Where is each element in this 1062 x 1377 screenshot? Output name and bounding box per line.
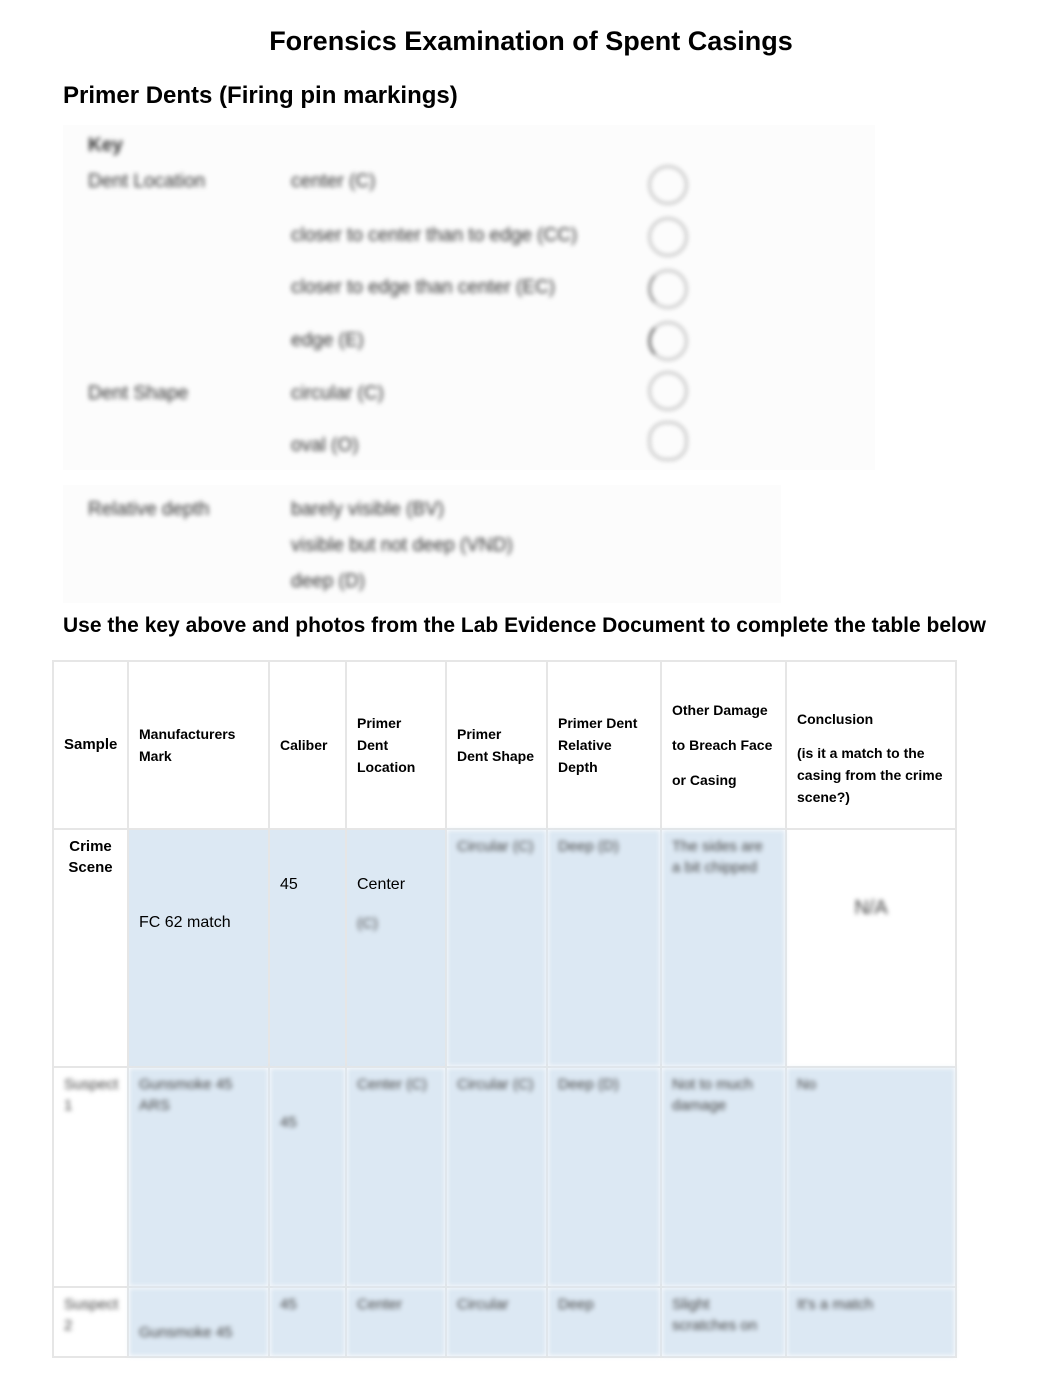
cell-mark[interactable]: Gunsmoke 45 ARS (127, 1066, 270, 1288)
primer-center-icon (648, 165, 688, 205)
header-depth: Primer Dent Relative Depth (546, 660, 662, 830)
header-caliber: Caliber (268, 660, 347, 830)
key-location: edge (E) (291, 330, 364, 351)
cell-mark[interactable]: Gunsmoke 45 (127, 1286, 270, 1358)
header-conclusion: Conclusion (is it a match to the casing f… (785, 660, 957, 830)
cell-location[interactable]: Center (C) (345, 1066, 447, 1288)
key-depth: barely visible (BV) (291, 499, 445, 520)
cell-shape[interactable]: Circular (C) (445, 828, 548, 1068)
cell-damage[interactable]: The sides are a bit chipped (660, 828, 787, 1068)
cell-sample: Crime Scene (52, 828, 129, 1068)
header-shape: Primer Dent Shape (445, 660, 548, 830)
page-title: Forensics Examination of Spent Casings (269, 26, 793, 56)
key-depth: visible but not deep (VND) (291, 535, 513, 556)
cell-location[interactable]: Center (C) (345, 828, 447, 1068)
cell-conclusion[interactable]: N/A (785, 828, 957, 1068)
primer-circular-icon (648, 371, 688, 411)
key-location: closer to edge than center (EC) (291, 277, 556, 298)
key-location: closer to center than to edge (CC) (291, 225, 578, 246)
primer-oval-icon (648, 421, 688, 461)
cell-damage[interactable]: Not to much damage (660, 1066, 787, 1288)
header-row: Sample Manufacturers Mark Caliber Primer… (52, 660, 957, 830)
primer-closer-edge-icon (648, 269, 688, 309)
cell-mark[interactable]: FC 62 match (127, 828, 270, 1068)
header-mark: Manufacturers Mark (127, 660, 270, 830)
header-damage: Other Damage to Breach Face or Casing (660, 660, 787, 830)
cell-depth[interactable]: Deep (D) (546, 828, 662, 1068)
cell-depth[interactable]: Deep (546, 1286, 662, 1358)
key-location: center (C) (291, 171, 376, 192)
cell-conclusion[interactable]: No (785, 1066, 957, 1288)
cell-sample: Suspect 2 (52, 1286, 129, 1358)
table-row: Crime Scene FC 62 match 45 Center (C) Cir… (52, 828, 957, 1068)
key-depth-label: Relative depth (88, 499, 210, 520)
cell-shape[interactable]: Circular (445, 1286, 548, 1358)
header-sample: Sample (52, 660, 129, 830)
primer-edge-icon (648, 321, 688, 361)
section-heading: Primer Dents (Firing pin markings) (63, 82, 458, 109)
key-shape-label: Dent Shape (88, 383, 189, 404)
document-page: Forensics Examination of Spent Casings P… (0, 0, 1062, 1377)
key-panel: Key Dent Location center (C) closer to c… (63, 125, 875, 470)
header-location: Primer Dent Location (345, 660, 447, 830)
key-depth-panel: Relative depth barely visible (BV) visib… (63, 485, 781, 603)
key-shape: circular (C) (291, 383, 384, 404)
primer-closer-center-icon (648, 217, 688, 257)
cell-sample: Suspect 1 (52, 1066, 129, 1288)
cell-damage[interactable]: Slight scratches on (660, 1286, 787, 1358)
cell-shape[interactable]: Circular (C) (445, 1066, 548, 1288)
key-heading: Key (88, 135, 123, 156)
cell-depth[interactable]: Deep (D) (546, 1066, 662, 1288)
cell-location[interactable]: Center (345, 1286, 447, 1358)
cell-caliber[interactable]: 45 (268, 1066, 347, 1288)
instruction-text: Use the key above and photos from the La… (63, 614, 987, 637)
key-depth: deep (D) (291, 571, 365, 592)
table-row: Suspect 1 Gunsmoke 45 ARS 45 Center (C) … (52, 1066, 957, 1288)
cell-caliber[interactable]: 45 (268, 828, 347, 1068)
casings-table: Sample Manufacturers Mark Caliber Primer… (52, 660, 957, 1358)
key-location-label: Dent Location (88, 171, 206, 192)
key-shape: oval (O) (291, 435, 359, 456)
cell-conclusion[interactable]: It's a match (785, 1286, 957, 1358)
cell-caliber[interactable]: 45 (268, 1286, 347, 1358)
table-row: Suspect 2 Gunsmoke 45 45 Center Circular… (52, 1286, 957, 1358)
